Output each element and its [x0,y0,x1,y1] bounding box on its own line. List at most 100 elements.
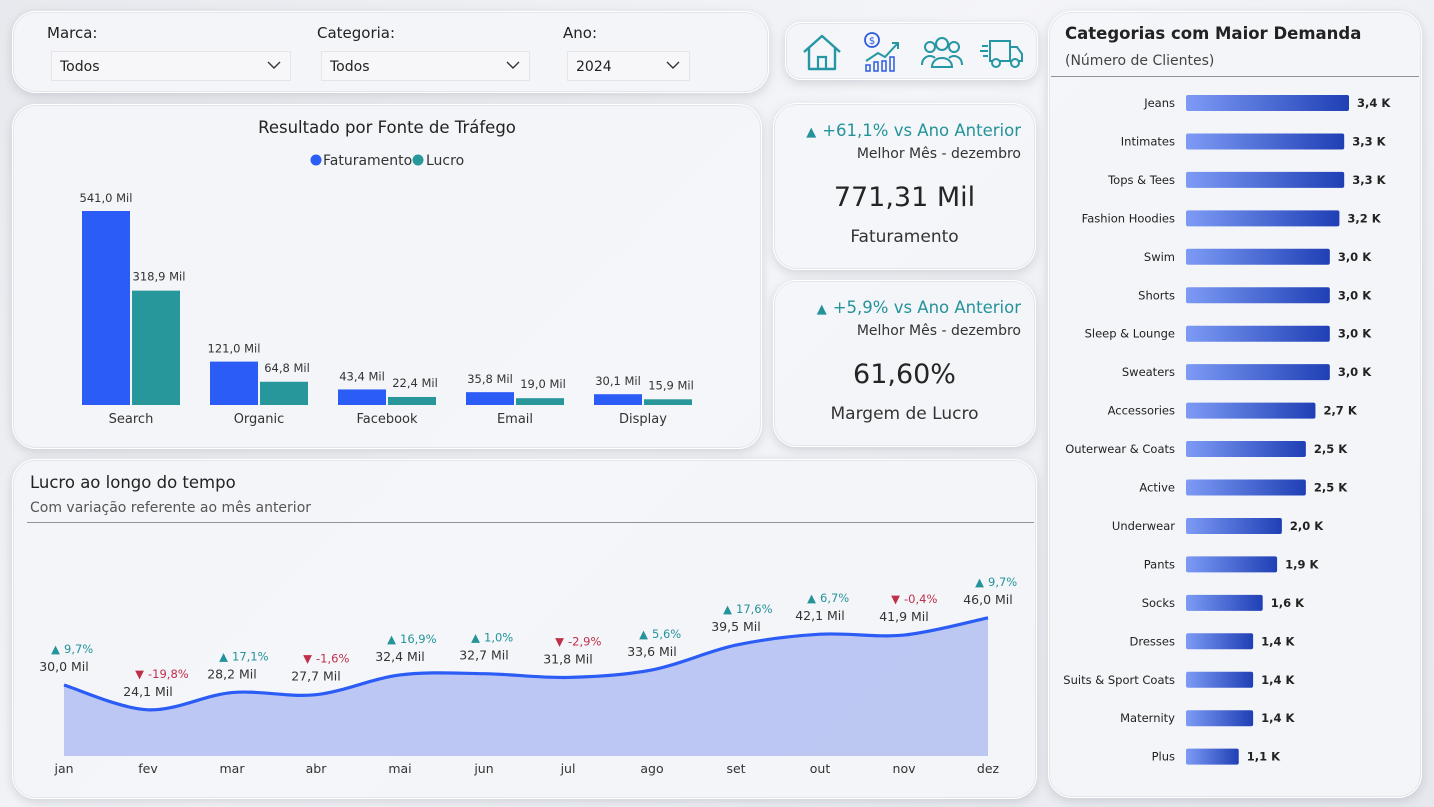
bar-lucro [260,381,308,405]
category-label: Underwear [1112,519,1175,533]
bar-lucro [132,290,180,405]
bar-faturamento [82,211,130,405]
profit-area-chart: 30,0 Mil ▲ 9,7% jan 24,1 Mil ▼ -19,8% fev 28,2 M… [39,575,1017,776]
month-label: jul [560,761,576,776]
data-label-lucro: 15,9 Mil [648,378,694,392]
month-label: jun [473,761,493,776]
data-label-value: 2,7 K [1323,404,1357,418]
home-button[interactable] [800,31,844,73]
data-label-value: 3,2 K [1347,211,1381,225]
chevron-down-icon [506,61,520,69]
finance-chart-icon: $ [864,32,899,72]
data-label-value: 3,0 K [1338,288,1372,302]
month-label: dez [977,761,1000,776]
data-label-faturamento: 43,4 Mil [339,369,385,383]
customers-button[interactable] [920,31,964,73]
data-label-value: 3,0 K [1338,365,1372,379]
data-label-value: 27,7 Mil [291,669,341,684]
revenue-label: Faturamento [850,227,959,247]
category-label: Sleep & Lounge [1085,327,1175,341]
data-label-value: 3,4 K [1357,96,1391,110]
arrow-up-icon: ▲ [219,650,228,664]
category-filter-label: Categoria: [317,24,396,42]
traffic-bar-chart: Faturamento Lucro 541,0 Mil 318,9 Mil Search… [80,153,694,427]
demand-bar [1186,710,1254,727]
bar-faturamento [466,392,514,405]
arrow-up-icon: ▲ [723,602,732,616]
year-dropdown[interactable]: 2024 [567,51,690,81]
month-label: ago [640,761,663,776]
month-label: nov [893,761,917,776]
category-label: Tops & Tees [1107,173,1175,187]
data-label-lucro: 19,0 Mil [520,377,566,391]
demand-bar [1186,171,1345,188]
month-label: jan [53,761,73,776]
category-label: Maternity [1120,711,1175,725]
home-icon [803,34,841,71]
data-label-value: 1,4 K [1261,711,1295,725]
data-label-value: 30,0 Mil [39,659,89,674]
month-label: abr [306,761,328,776]
bar-faturamento [210,361,258,405]
filters-panel: Marca: Todos Categoria: Todos Ano: 2024 [12,11,769,93]
category-label: Email [497,412,533,427]
category-label: Plus [1152,750,1175,764]
legend-label-faturamento: Faturamento [323,153,412,169]
svg-text:$: $ [869,36,875,47]
data-label-value: 32,7 Mil [459,648,509,663]
change-label: 5,6% [652,627,681,641]
data-label-value: 1,1 K [1247,750,1281,764]
data-label-lucro: 64,8 Mil [264,361,310,375]
delivery-truck-icon [980,40,1023,68]
bar-faturamento [338,389,386,405]
margin-best-month: Melhor Mês - dezembro [856,323,1021,339]
data-label-lucro: 22,4 Mil [392,376,438,390]
data-label-faturamento: 35,8 Mil [467,372,513,386]
change-label: -1,6% [316,652,349,666]
revenue-kpi-card: ▲ +61,1% vs Ano Anterior Melhor Mês - dez… [773,103,1036,270]
category-label: Fashion Hoodies [1082,211,1175,225]
arrow-up-icon: ▲ [51,642,60,656]
demand-bar [1186,594,1263,611]
demand-bar [1186,364,1330,381]
demand-bar [1186,287,1330,304]
delivery-button[interactable] [980,31,1024,73]
demand-bar [1186,133,1345,150]
arrow-up-icon: ▲ [975,575,984,589]
margin-label: Margem de Lucro [830,404,979,424]
demand-bar [1186,633,1254,650]
change-label: -2,9% [568,634,601,648]
data-label-value: 33,6 Mil [627,644,677,659]
month-label: mai [388,761,411,776]
demand-bar-chart: Jeans 3,4 K Intimates 3,3 K Tops & Tees 3,3 K… [1063,95,1391,765]
demand-bar [1186,671,1254,688]
change-label: 9,7% [64,642,93,656]
category-dropdown[interactable]: Todos [321,51,530,81]
revenue-value: 771,31 Mil [833,182,976,213]
data-label-value: 2,0 K [1290,519,1324,533]
brand-filter-label: Marca: [47,24,98,42]
change-label: 17,1% [232,650,269,664]
margin-kpi-card: ▲ +5,9% vs Ano Anterior Melhor Mês - deze… [773,280,1036,447]
margin-delta-text: +5,9% vs Ano Anterior [832,298,1021,317]
data-label-value: 42,1 Mil [795,608,845,623]
category-label: Suits & Sport Coats [1063,673,1175,687]
category-label: Sweaters [1122,365,1175,379]
category-label: Organic [234,412,285,427]
bar-lucro [388,396,436,405]
legend-marker-lucro [412,154,424,166]
arrow-up-icon: ▲ [387,632,396,646]
data-label-value: 3,3 K [1352,173,1386,187]
arrow-up-icon: ▲ [807,591,816,605]
demand-bar [1186,748,1239,765]
category-label: Outerwear & Coats [1065,442,1175,456]
bar-lucro [644,399,692,405]
arrow-down-icon: ▼ [135,667,144,681]
demand-bar [1186,517,1282,534]
chevron-down-icon [267,61,281,69]
finance-button[interactable]: $ [860,31,904,73]
profit-area [64,617,988,756]
data-label-faturamento: 121,0 Mil [208,342,261,356]
navigation-bar: $ [785,22,1038,80]
brand-dropdown[interactable]: Todos [51,51,291,81]
